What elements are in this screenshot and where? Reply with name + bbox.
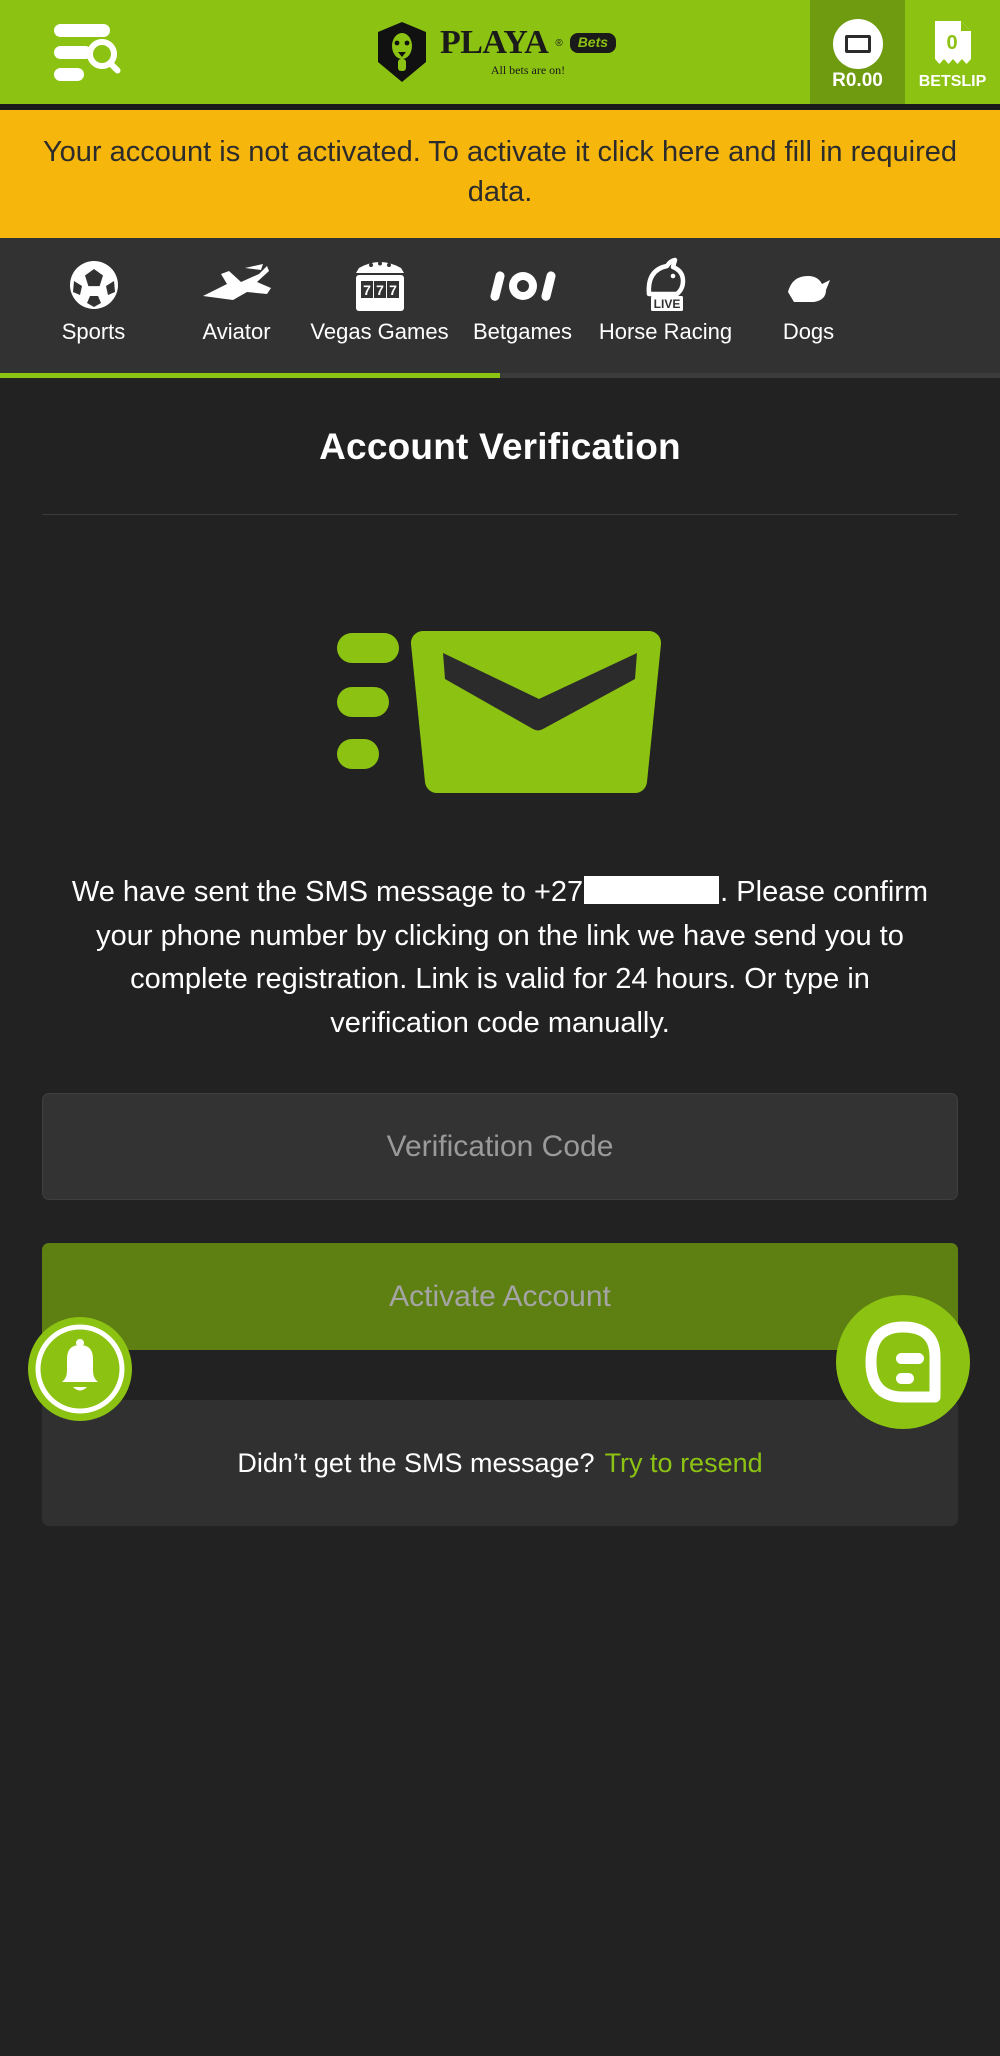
logo-tagline: All bets are on! bbox=[490, 63, 566, 77]
balance-amount: R0.00 bbox=[832, 69, 883, 91]
brand-logo[interactable]: PLAYA ® Bets All bets are on! bbox=[180, 0, 810, 104]
svg-text:7: 7 bbox=[363, 282, 371, 298]
category-nav[interactable]: Sports Aviator 7 7 7 Vegas Games Betgame… bbox=[0, 238, 1000, 379]
wallet-card-icon bbox=[832, 18, 883, 69]
menu-search-icon[interactable] bbox=[54, 21, 126, 83]
nav-label: Vegas Games bbox=[310, 319, 449, 345]
logo-bets-badge: Bets bbox=[569, 33, 617, 53]
nav-item-dogs[interactable]: Dogs bbox=[737, 238, 880, 345]
slot-machine-icon: 7 7 7 bbox=[349, 256, 411, 314]
svg-text:7: 7 bbox=[389, 282, 397, 298]
activate-account-button[interactable]: Activate Account bbox=[42, 1243, 958, 1351]
logo-wordmark: PLAYA bbox=[439, 24, 549, 61]
svg-text:LIVE: LIVE bbox=[653, 297, 680, 311]
nav-label: Betgames bbox=[472, 319, 573, 345]
logo-registered-mark: ® bbox=[555, 37, 563, 49]
nav-item-vegas-games[interactable]: 7 7 7 Vegas Games bbox=[308, 238, 451, 345]
soccer-ball-icon bbox=[68, 256, 120, 314]
betslip-count: 0 bbox=[946, 32, 957, 54]
page-title: Account Verification bbox=[319, 426, 681, 468]
nav-item-betgames[interactable]: Betgames bbox=[451, 238, 594, 345]
menu-button[interactable] bbox=[0, 0, 180, 104]
notifications-fab[interactable] bbox=[28, 1317, 132, 1421]
activate-account-label: Activate Account bbox=[389, 1279, 611, 1313]
nav-item-sports[interactable]: Sports bbox=[22, 238, 165, 345]
nav-label: Sports bbox=[61, 319, 126, 345]
verification-message: We have sent the SMS message to +27. Ple… bbox=[42, 871, 958, 1045]
airplane-icon bbox=[197, 256, 277, 314]
nav-label: Dogs bbox=[782, 319, 835, 345]
receipt-icon: 0 bbox=[934, 20, 971, 64]
verification-code-input[interactable]: Verification Code bbox=[42, 1093, 958, 1201]
nav-scrollbar-track[interactable] bbox=[0, 373, 1000, 379]
illustration-area bbox=[42, 515, 958, 871]
resend-prompt: Didn’t get the SMS message? bbox=[237, 1447, 595, 1478]
dog-racing-icon bbox=[780, 256, 838, 314]
chat-support-icon bbox=[865, 1321, 941, 1403]
balance-button[interactable]: R0.00 bbox=[810, 0, 905, 104]
svg-text:7: 7 bbox=[376, 282, 384, 298]
nav-label: Aviator bbox=[202, 319, 271, 345]
message-line-1: We have sent the SMS message to +27 bbox=[71, 876, 584, 909]
horse-live-icon: LIVE bbox=[635, 256, 697, 314]
account-activation-alert[interactable]: Your account is not activated. To activa… bbox=[0, 110, 1000, 239]
betgames-dice-icon bbox=[487, 256, 559, 314]
bell-notification-icon bbox=[35, 1324, 125, 1414]
app-header: PLAYA ® Bets All bets are on! R0.00 0 BE… bbox=[0, 0, 1000, 104]
nav-item-horse-racing[interactable]: LIVE Horse Racing bbox=[594, 238, 737, 345]
betslip-label: BETSLIP bbox=[918, 72, 987, 90]
send-mail-icon bbox=[337, 631, 662, 794]
nav-scrollbar-thumb[interactable] bbox=[0, 373, 500, 379]
resend-link[interactable]: Try to resend bbox=[605, 1448, 763, 1479]
redacted-phone-number bbox=[584, 876, 720, 905]
support-chat-fab[interactable] bbox=[836, 1295, 970, 1429]
nav-item-aviator[interactable]: Aviator bbox=[165, 238, 308, 345]
lion-head-logo-icon bbox=[377, 22, 426, 82]
betslip-button[interactable]: 0 BETSLIP bbox=[905, 0, 1000, 104]
verification-code-placeholder: Verification Code bbox=[386, 1129, 614, 1163]
resend-panel: Didn’t get the SMS message? Try to resen… bbox=[42, 1400, 958, 1527]
nav-label: Horse Racing bbox=[598, 319, 733, 345]
